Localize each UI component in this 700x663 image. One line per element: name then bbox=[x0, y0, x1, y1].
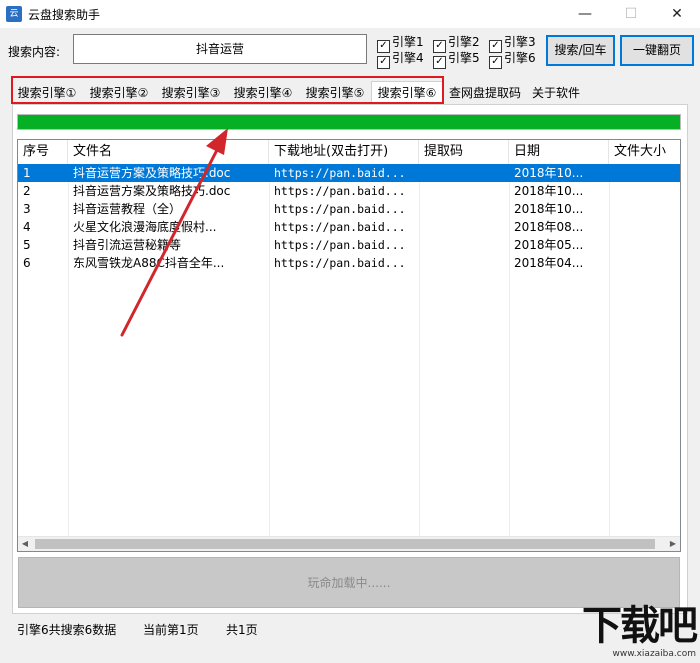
table-row[interactable]: 3 抖音运营教程（全） https://pan.baid... 2018年10.… bbox=[18, 200, 680, 218]
col-header-url[interactable]: 下载地址(双击打开) bbox=[269, 140, 419, 164]
col-header-no[interactable]: 序号 bbox=[18, 140, 68, 164]
cell-no: 5 bbox=[23, 238, 31, 252]
watermark-url: www.xiazaiba.com bbox=[612, 649, 696, 659]
cell-date: 2018年10... bbox=[514, 184, 584, 198]
cell-code bbox=[419, 164, 509, 182]
cell-code bbox=[419, 218, 509, 236]
cell-code bbox=[419, 182, 509, 200]
cell-name: 抖音运营方案及策略技巧.doc bbox=[73, 184, 231, 198]
cell-code bbox=[419, 236, 509, 254]
cell-date: 2018年10... bbox=[514, 166, 584, 180]
cell-code bbox=[419, 254, 509, 272]
progress-fill bbox=[18, 115, 680, 129]
tab-about[interactable]: 关于软件 bbox=[528, 84, 584, 103]
progress-bar bbox=[17, 114, 681, 130]
scroll-right-icon[interactable]: ▶ bbox=[666, 537, 680, 551]
cell-no: 2 bbox=[23, 184, 31, 198]
horizontal-scrollbar[interactable]: ◀ ▶ bbox=[18, 536, 680, 551]
cell-url[interactable]: https://pan.baid... bbox=[269, 182, 419, 200]
results-table[interactable]: 序号 文件名 下载地址(双击打开) 提取码 日期 文件大小 1 抖音运营方案及策… bbox=[17, 139, 681, 552]
cell-no: 6 bbox=[23, 256, 31, 270]
table-row[interactable]: 6 东风雪铁龙A88C抖音全年... https://pan.baid... 2… bbox=[18, 254, 680, 272]
engine5-checkbox[interactable]: ✓ 引擎5 bbox=[433, 51, 480, 69]
scrollbar-thumb[interactable] bbox=[35, 539, 655, 549]
cell-date: 2018年05... bbox=[514, 238, 584, 252]
table-header: 序号 文件名 下载地址(双击打开) 提取码 日期 文件大小 bbox=[18, 140, 680, 165]
scroll-left-icon[interactable]: ◀ bbox=[18, 537, 32, 551]
checkmark-icon: ✓ bbox=[433, 56, 446, 69]
cell-url[interactable]: https://pan.baid... bbox=[269, 236, 419, 254]
cell-url[interactable]: https://pan.baid... bbox=[269, 254, 419, 272]
minimize-button[interactable]: — bbox=[562, 0, 608, 28]
tab-extract-code[interactable]: 查网盘提取码 bbox=[446, 84, 524, 103]
cell-size bbox=[609, 254, 680, 272]
col-header-code[interactable]: 提取码 bbox=[419, 140, 509, 164]
cell-size bbox=[609, 236, 680, 254]
cell-no: 4 bbox=[23, 220, 31, 234]
engine4-checkbox[interactable]: ✓ 引擎4 bbox=[377, 51, 424, 69]
loading-panel: 玩命加载中...... bbox=[18, 557, 680, 608]
cell-name: 抖音引流运营秘籍等 bbox=[73, 238, 182, 252]
checkmark-icon: ✓ bbox=[489, 56, 502, 69]
cell-size bbox=[609, 164, 680, 182]
cell-size bbox=[609, 218, 680, 236]
cell-date: 2018年08... bbox=[514, 220, 584, 234]
watermark-text: 下载吧 bbox=[582, 603, 698, 649]
engine2-checkbox[interactable]: ✓ 引擎2 bbox=[433, 35, 480, 53]
close-button[interactable]: ✕ bbox=[654, 0, 700, 28]
table-row[interactable]: 4 火星文化浪漫海底度假村... https://pan.baid... 201… bbox=[18, 218, 680, 236]
cell-size bbox=[609, 200, 680, 218]
maximize-button[interactable]: ☐ bbox=[608, 0, 654, 28]
search-label: 搜索内容: bbox=[8, 45, 61, 59]
engine1-checkbox[interactable]: ✓ 引擎1 bbox=[377, 35, 424, 53]
cell-name: 东风雪铁龙A88C抖音全年... bbox=[73, 256, 225, 270]
engine3-checkbox[interactable]: ✓ 引擎3 bbox=[489, 35, 536, 53]
tabs-highlight-box bbox=[11, 76, 444, 104]
status-current-page: 当前第1页 bbox=[143, 623, 199, 637]
cell-name: 抖音运营方案及策略技巧.doc bbox=[73, 166, 231, 180]
cell-date: 2018年10... bbox=[514, 202, 584, 216]
cell-no: 1 bbox=[23, 166, 31, 180]
page-turn-button[interactable]: 一键翻页 bbox=[620, 35, 694, 66]
checkmark-icon: ✓ bbox=[377, 56, 390, 69]
cell-size bbox=[609, 182, 680, 200]
cloud-app-icon: 云 bbox=[6, 6, 22, 22]
cell-url[interactable]: https://pan.baid... bbox=[269, 164, 419, 182]
cell-name: 抖音运营教程（全） bbox=[73, 202, 182, 216]
search-input[interactable]: 抖音运营 bbox=[73, 34, 367, 64]
table-row[interactable]: 5 抖音引流运营秘籍等 https://pan.baid... 2018年05.… bbox=[18, 236, 680, 254]
status-total-pages: 共1页 bbox=[226, 623, 258, 637]
table-row[interactable]: 1 抖音运营方案及策略技巧.doc https://pan.baid... 20… bbox=[18, 164, 680, 182]
col-header-date[interactable]: 日期 bbox=[509, 140, 609, 164]
watermark-logo: 下载吧 www.xiazaiba.com bbox=[560, 603, 700, 663]
search-button[interactable]: 搜索/回车 bbox=[546, 35, 615, 66]
window-title: 云盘搜索助手 bbox=[28, 8, 101, 22]
cell-url[interactable]: https://pan.baid... bbox=[269, 200, 419, 218]
col-header-name[interactable]: 文件名 bbox=[68, 140, 269, 164]
cell-url[interactable]: https://pan.baid... bbox=[269, 218, 419, 236]
status-engine-info: 引擎6共搜索6数据 bbox=[17, 623, 117, 637]
cell-date: 2018年04... bbox=[514, 256, 584, 270]
cell-name: 火星文化浪漫海底度假村... bbox=[73, 220, 217, 234]
cell-no: 3 bbox=[23, 202, 31, 216]
engine6-checkbox[interactable]: ✓ 引擎6 bbox=[489, 51, 536, 69]
col-header-size[interactable]: 文件大小 bbox=[609, 140, 680, 164]
table-row[interactable]: 2 抖音运营方案及策略技巧.doc https://pan.baid... 20… bbox=[18, 182, 680, 200]
cell-code bbox=[419, 200, 509, 218]
